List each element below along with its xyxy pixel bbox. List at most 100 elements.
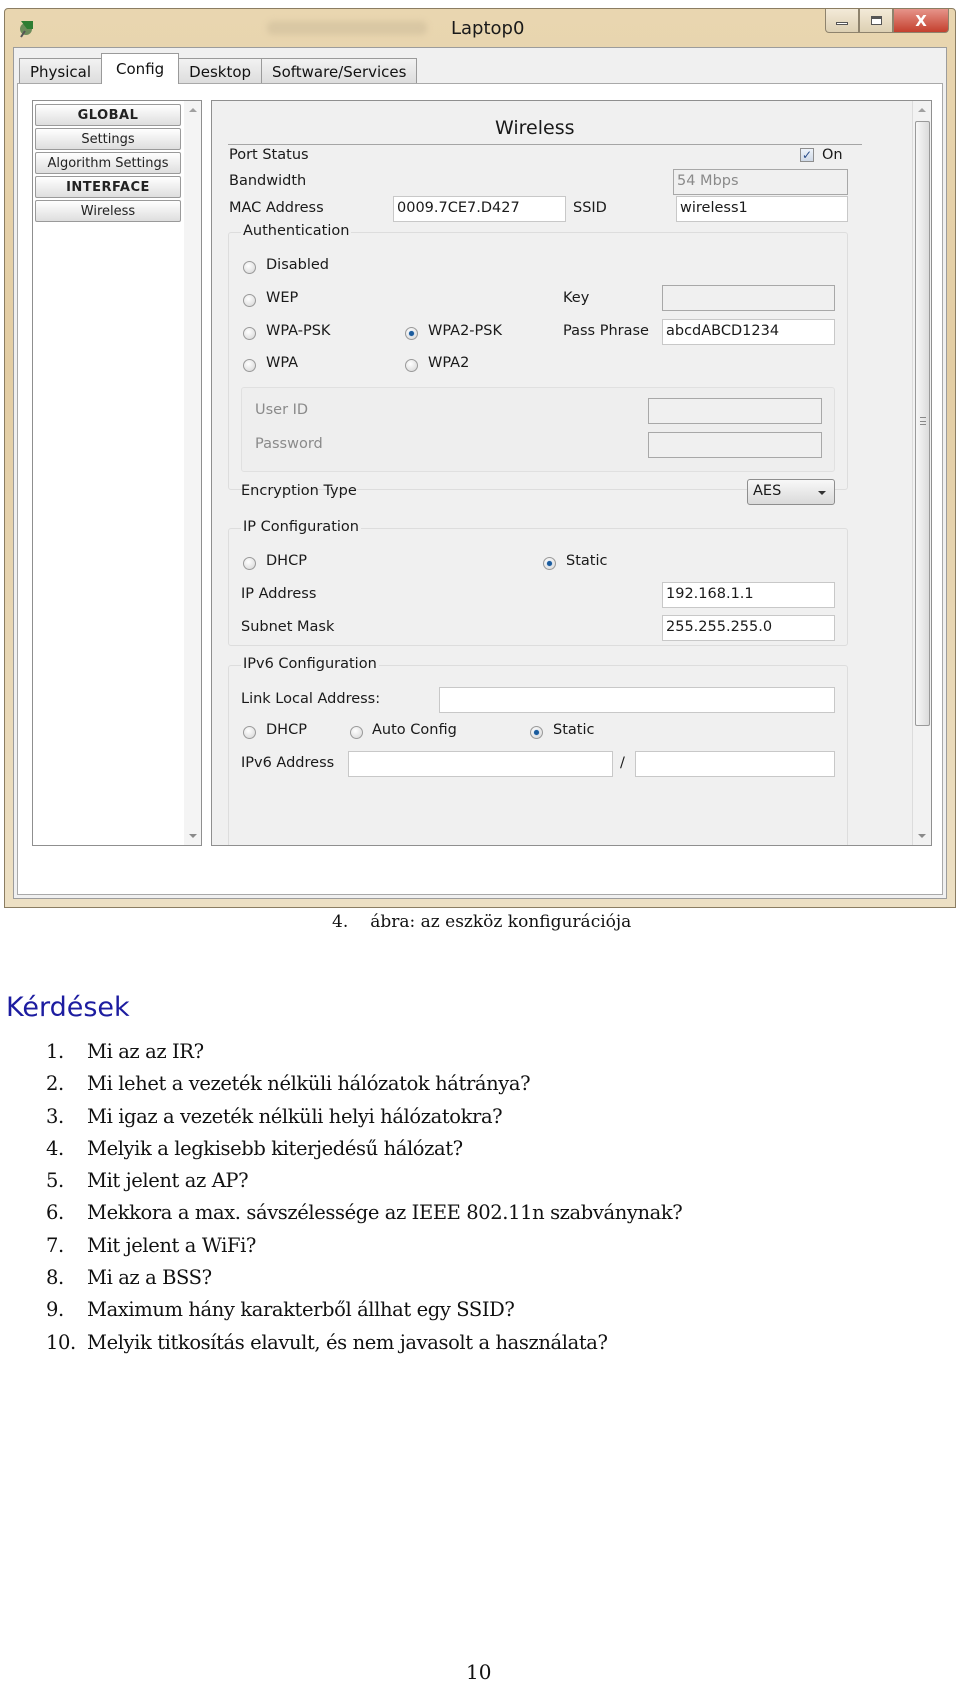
title-bar[interactable]: Laptop0 X [5,9,955,47]
auth-wpa-psk-radio[interactable] [243,327,256,340]
figure-caption: 4. ábra: az eszköz konfigurációja [332,912,631,932]
ip-static-radio[interactable] [543,557,556,570]
scroll-up-icon[interactable] [189,108,197,112]
ipv6-address-label: IPv6 Address [241,755,335,771]
question-number: 3. [46,1104,64,1128]
port-status-checkbox[interactable]: ✓ [800,148,814,162]
subnet-mask-label: Subnet Mask [241,619,335,635]
ip-address-field[interactable]: 192.168.1.1 [662,582,835,608]
ip-configuration-title: IP Configuration [241,519,361,535]
sidebar-scrollbar[interactable] [184,101,201,845]
auth-disabled-radio[interactable] [243,261,256,274]
encryption-type-value: AES [753,483,782,499]
ipv6-auto-config-radio[interactable] [350,726,363,739]
ip-dhcp-radio[interactable] [243,557,256,570]
close-icon: X [915,11,927,30]
pass-phrase-field[interactable]: abcdABCD1234 [662,319,835,345]
encryption-type-select[interactable]: AES [747,479,835,505]
scroll-down-icon[interactable] [918,834,926,838]
sidebar-item-settings[interactable]: Settings [35,128,181,150]
mac-address-label: MAC Address [229,200,324,216]
subnet-mask-field[interactable]: 255.255.255.0 [662,615,835,641]
tab-bar: Physical Config Desktop Software/Service… [19,53,418,84]
question-item: 8. Mi az a BSS? [46,1262,682,1294]
tab-physical[interactable]: Physical [19,58,103,84]
bandwidth-label: Bandwidth [229,173,307,189]
ip-address-label: IP Address [241,586,317,602]
heading-divider [228,144,862,145]
question-item: 2. Mi lehet a vezeték nélküli hálózatok h… [46,1068,682,1100]
tab-desktop[interactable]: Desktop [178,58,263,84]
tab-software-services[interactable]: Software/Services [261,58,418,84]
question-number: 1. [46,1040,64,1063]
encryption-type-label: Encryption Type [241,483,357,499]
mac-address-field[interactable]: 0009.7CE7.D427 [393,196,566,222]
tab-config[interactable]: Config [101,53,180,84]
page-number: 10 [466,1660,492,1684]
question-text: Mi igaz a vezeték nélküli helyi hálózato… [87,1104,503,1128]
question-text: Maximum hány karakterből állhat egy SSID… [87,1298,515,1322]
sidebar-item-wireless[interactable]: Wireless [35,200,181,222]
question-item: 3. Mi igaz a vezeték nélküli helyi hálóza… [46,1101,682,1133]
question-text: Melyik a legkisebb kiterjedésű hálózat? [87,1136,463,1160]
port-status-on-label: On [822,147,843,163]
question-text: Mi lehet a vezeték nélküli hálózatok hát… [87,1072,531,1096]
question-text: Mi az az IR? [87,1040,204,1063]
question-number: 9. [46,1298,64,1322]
question-text: Mit jelent a WiFi? [87,1233,256,1257]
figure-caption-text: ábra: az eszköz konfigurációja [370,912,632,932]
section-heading: Wireless [495,117,575,139]
auth-disabled-label: Disabled [266,257,329,273]
link-local-address-label: Link Local Address: [241,691,381,707]
auth-wep-radio[interactable] [243,294,256,307]
ipv6-configuration-title: IPv6 Configuration [241,656,379,672]
auth-wpa2-label: WPA2 [428,355,470,371]
ipv6-static-label: Static [553,722,595,738]
close-button[interactable]: X [893,9,949,33]
window-body: Physical Config Desktop Software/Service… [13,47,947,899]
minimize-button[interactable] [825,9,859,33]
password-field [648,432,822,458]
figure-number: 4. [332,912,349,932]
ip-dhcp-label: DHCP [266,553,307,569]
question-number: 4. [46,1136,64,1160]
user-id-label: User ID [255,402,309,418]
question-item: 6. Mekkora a max. sávszélessége az IEEE 8… [46,1197,683,1229]
ipv6-static-radio[interactable] [530,726,543,739]
question-text: Mit jelent az AP? [87,1169,249,1193]
user-id-field [648,398,822,424]
key-label: Key [563,290,590,306]
link-local-address-field[interactable] [439,687,835,713]
auth-wpa2-psk-radio[interactable] [405,327,418,340]
config-scrollbar[interactable] [912,101,931,845]
auth-wpa-radio[interactable] [243,359,256,372]
question-item: 1. Mi az az IR? [46,1036,682,1068]
question-item: 10. Melyik titkosítás elavult, és nem jav… [46,1327,682,1359]
scroll-down-icon[interactable] [189,834,197,838]
port-status-label: Port Status [229,147,309,163]
scroll-up-icon[interactable] [918,108,926,112]
maximize-icon [870,16,882,25]
wireless-config-area: Wireless Port Status ✓ On Bandwidth 54 M… [211,100,932,846]
laptop0-window: Laptop0 X Physical Config Desktop Softwa… [4,8,956,908]
scrollbar-thumb[interactable] [915,121,930,726]
sidebar-header-interface: INTERFACE [35,176,181,198]
auth-wep-label: WEP [266,290,299,306]
password-label: Password [255,436,323,452]
ssid-field[interactable]: wireless1 [676,196,848,222]
sidebar-item-algorithm-settings[interactable]: Algorithm Settings [35,152,181,174]
authentication-title: Authentication [241,223,352,239]
ipv6-dhcp-radio[interactable] [243,726,256,739]
bandwidth-field: 54 Mbps [673,169,848,195]
ipv6-address-field[interactable] [348,751,613,777]
config-sidebar: GLOBAL Settings Algorithm Settings INTER… [32,100,202,846]
question-number: 7. [46,1233,64,1257]
question-number: 10. [46,1330,76,1354]
sidebar-header-global: GLOBAL [35,104,181,126]
question-item: 7. Mit jelent a WiFi? [46,1230,682,1262]
question-text: Mekkora a max. sávszélessége az IEEE 802… [87,1201,683,1225]
auth-wpa-psk-label: WPA-PSK [266,323,331,339]
auth-wpa2-radio[interactable] [405,359,418,372]
ipv6-prefix-field[interactable] [635,751,835,777]
maximize-button[interactable] [859,9,893,33]
